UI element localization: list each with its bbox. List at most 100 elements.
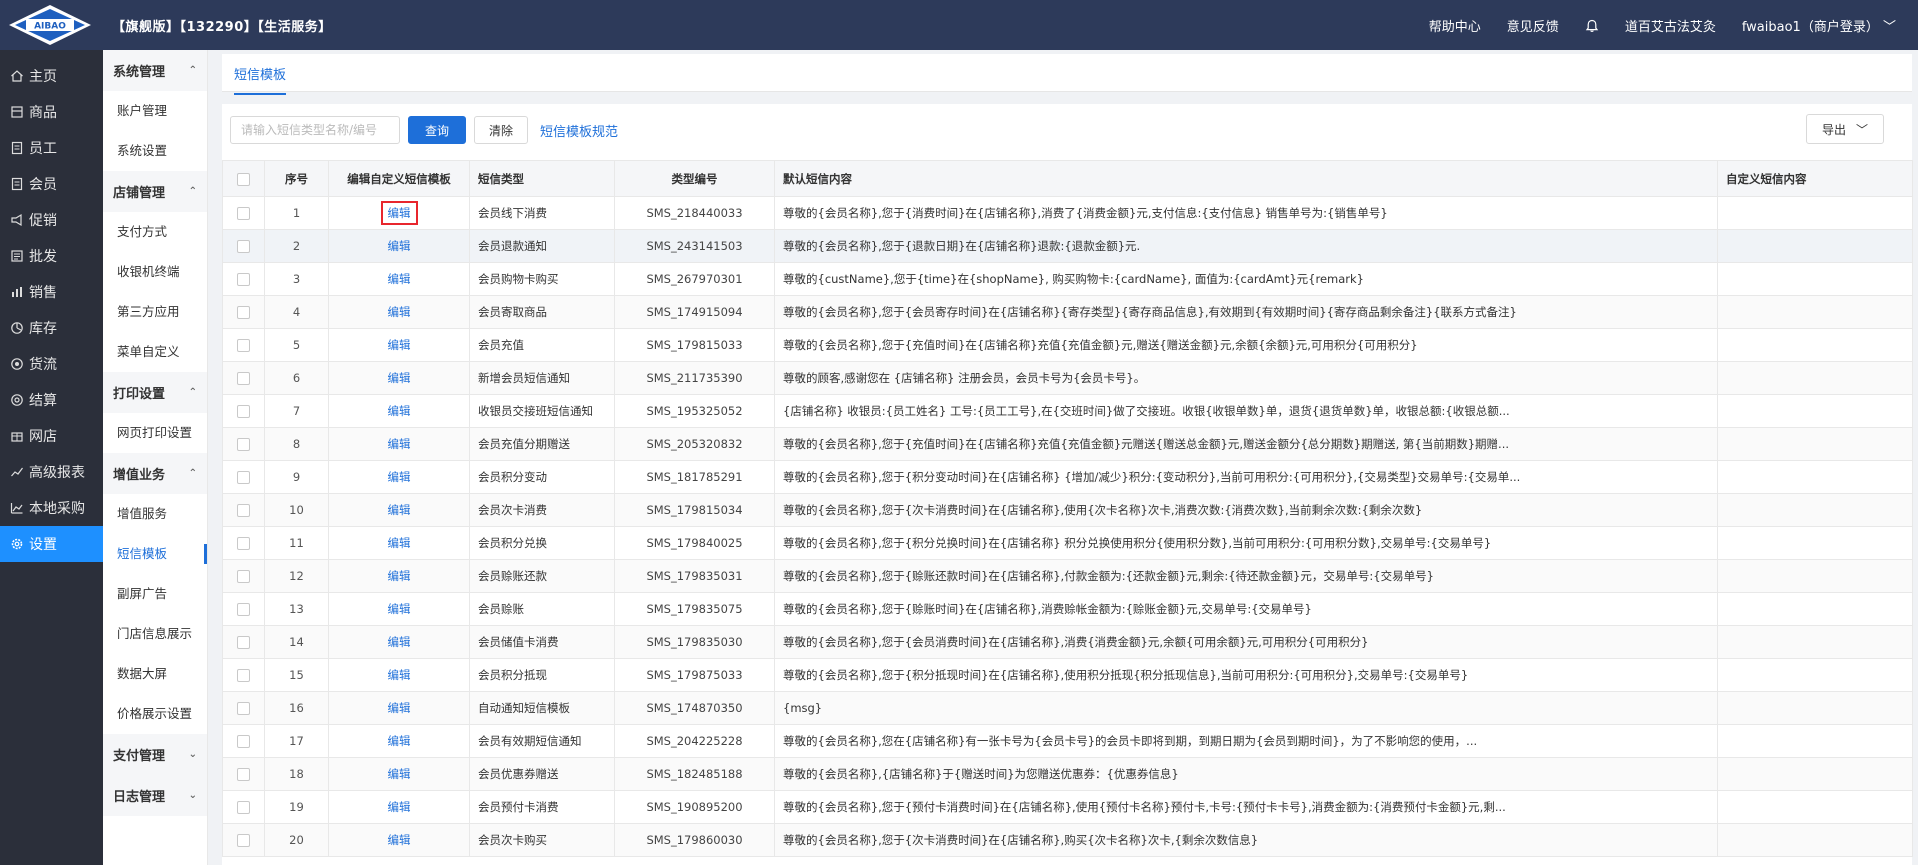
row-checkbox[interactable] [237,834,250,847]
help-center-link[interactable]: 帮助中心 [1429,16,1481,35]
menu-data-screen[interactable]: 数据大屏 [103,654,207,694]
menu-third-party-apps[interactable]: 第三方应用 [103,292,207,332]
row-sms-type: 会员寄取商品 [469,295,615,329]
row-checkbox[interactable] [237,768,250,781]
edit-template-link[interactable]: 编辑 [388,371,411,385]
edit-template-link[interactable]: 编辑 [388,833,411,847]
edit-template-link[interactable]: 编辑 [388,503,411,517]
nav-promotion[interactable]: 促销 [0,202,103,238]
edit-template-link[interactable]: 编辑 [388,338,411,352]
edit-template-link[interactable]: 编辑 [388,470,411,484]
nav-settings[interactable]: 设置 [0,526,103,562]
row-custom-content [1717,394,1913,428]
row-checkbox[interactable] [237,339,250,352]
row-type-code: SMS_179815033 [614,328,775,362]
edit-template-link[interactable]: 编辑 [388,206,411,220]
row-no: 11 [264,526,329,560]
edit-template-link[interactable]: 编辑 [388,305,411,319]
row-checkbox[interactable] [237,537,250,550]
row-checkbox[interactable] [237,372,250,385]
sms-template-spec-link[interactable]: 短信模板规范 [540,121,618,140]
row-no: 5 [264,328,329,362]
menu-system-settings[interactable]: 系统设置 [103,131,207,171]
bell-icon[interactable] [1585,19,1599,33]
group-label: 日志管理 [113,790,166,805]
edit-template-link[interactable]: 编辑 [388,734,411,748]
menu-secondary-screen-ads[interactable]: 副屏广告 [103,574,207,614]
row-checkbox[interactable] [237,504,250,517]
row-type-code: SMS_182485188 [614,757,775,791]
edit-template-link[interactable]: 编辑 [388,767,411,781]
sales-icon [12,287,22,297]
user-menu[interactable]: fwaibao1（商户登录） ﹀ [1742,16,1896,35]
edit-template-link[interactable]: 编辑 [388,437,411,451]
row-checkbox[interactable] [237,570,250,583]
edit-template-link[interactable]: 编辑 [388,569,411,583]
tab-sms-templates[interactable]: 短信模板 [234,64,287,95]
menu-payment-methods[interactable]: 支付方式 [103,212,207,252]
row-checkbox[interactable] [237,273,250,286]
nav-purchase[interactable]: 本地采购 [0,490,103,526]
group-shop[interactable]: 店铺管理 ⌃ [103,171,207,212]
row-checkbox[interactable] [237,471,250,484]
nav-online-shop[interactable]: 网店 [0,418,103,454]
row-edit-cell: 编辑 [328,559,470,593]
nav-member[interactable]: 会员 [0,166,103,202]
row-checkbox[interactable] [237,669,250,682]
menu-custom-menu[interactable]: 菜单自定义 [103,332,207,372]
menu-web-print[interactable]: 网页打印设置 [103,413,207,453]
query-button[interactable]: 查询 [408,116,467,144]
shop-name[interactable]: 道百艾古法艾灸 [1625,16,1716,35]
nav-goods[interactable]: 商品 [0,94,103,130]
menu-store-info-display[interactable]: 门店信息展示 [103,614,207,654]
nav-sales[interactable]: 销售 [0,274,103,310]
row-type-code: SMS_179860030 [614,823,775,857]
nav-home[interactable]: 主页 [0,58,103,94]
edit-template-link[interactable]: 编辑 [388,239,411,253]
row-type-code: SMS_211735390 [614,361,775,395]
search-input[interactable] [230,116,400,144]
edit-template-link[interactable]: 编辑 [388,536,411,550]
menu-pos-terminal[interactable]: 收银机终端 [103,252,207,292]
row-checkbox[interactable] [237,636,250,649]
row-sms-type: 会员积分抵现 [469,658,615,692]
row-checkbox[interactable] [237,306,250,319]
group-system[interactable]: 系统管理 ⌃ [103,50,207,91]
row-no: 4 [264,295,329,329]
select-all-checkbox[interactable] [237,172,250,186]
row-checkbox[interactable] [237,438,250,451]
menu-price-display[interactable]: 价格展示设置 [103,694,207,734]
group-print[interactable]: 打印设置 ⌃ [103,372,207,413]
row-checkbox[interactable] [237,207,250,220]
menu-sms-templates[interactable]: 短信模板 [103,534,207,574]
edit-template-link[interactable]: 编辑 [388,800,411,814]
feedback-link[interactable]: 意见反馈 [1507,16,1559,35]
group-value-added[interactable]: 增值业务 ⌃ [103,453,207,494]
nav-logistics[interactable]: 货流 [0,346,103,382]
edit-template-link[interactable]: 编辑 [388,602,411,616]
edit-template-link[interactable]: 编辑 [388,635,411,649]
clear-button[interactable]: 清除 [474,116,529,144]
menu-account-management[interactable]: 账户管理 [103,91,207,131]
edit-template-link[interactable]: 编辑 [388,668,411,682]
edit-template-link[interactable]: 编辑 [388,272,411,286]
edit-template-link[interactable]: 编辑 [388,701,411,715]
export-button[interactable]: 导出 ﹀ [1806,114,1884,144]
row-checkbox[interactable] [237,735,250,748]
nav-report[interactable]: 高级报表 [0,454,103,490]
brand-logo[interactable]: AIBAO [8,4,92,46]
row-checkbox[interactable] [237,240,250,253]
row-checkbox[interactable] [237,405,250,418]
row-checkbox[interactable] [237,603,250,616]
group-payment[interactable]: 支付管理 ⌄ [103,734,207,775]
chevron-down-icon: ﹀ [1856,122,1869,137]
nav-inventory[interactable]: 库存 [0,310,103,346]
nav-staff[interactable]: 员工 [0,130,103,166]
edit-template-link[interactable]: 编辑 [388,404,411,418]
group-logs[interactable]: 日志管理 ⌄ [103,775,207,816]
nav-settlement[interactable]: 结算 [0,382,103,418]
row-checkbox[interactable] [237,702,250,715]
row-checkbox[interactable] [237,801,250,814]
menu-value-added-services[interactable]: 增值服务 [103,494,207,534]
nav-wholesale[interactable]: 批发 [0,238,103,274]
